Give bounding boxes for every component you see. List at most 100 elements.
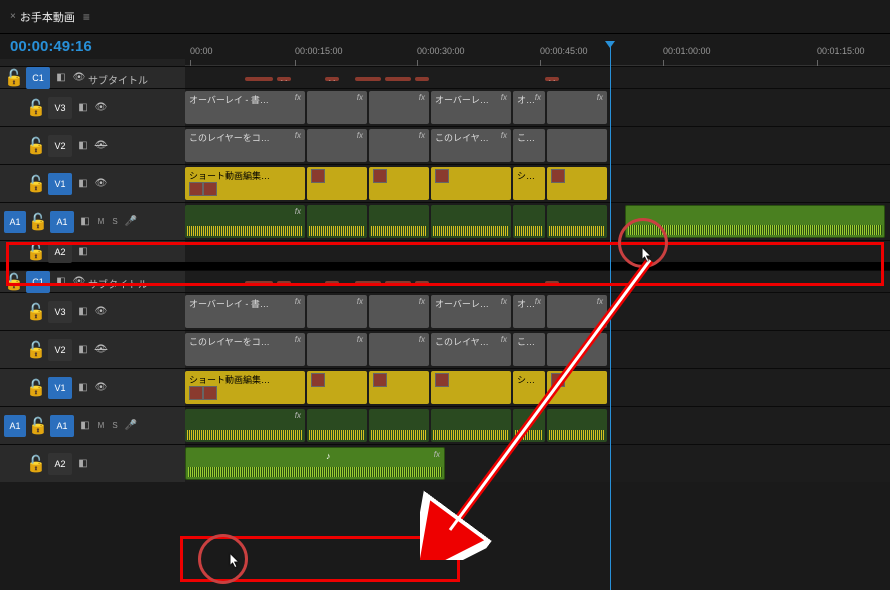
overlay-clip[interactable]: fx xyxy=(307,91,367,124)
eye-icon[interactable]: 👁 xyxy=(92,99,110,117)
target-icon[interactable]: ◧ xyxy=(52,273,70,291)
eye-icon[interactable]: 👁 xyxy=(70,69,88,87)
overlay-clip[interactable]: オーバーレイ - 書…fx xyxy=(185,91,305,124)
audio-clip[interactable] xyxy=(547,205,607,238)
caption-clip[interactable] xyxy=(355,77,381,81)
solo-button[interactable]: S xyxy=(108,217,122,226)
time-ruler[interactable]: 00:00 00:00:15:00 00:00:30:00 00:00:45:0… xyxy=(185,46,890,66)
target-icon[interactable]: ◧ xyxy=(74,99,92,117)
target-icon[interactable]: ◧ xyxy=(52,69,70,87)
video-clip[interactable] xyxy=(547,167,607,200)
lock-icon[interactable]: 🔓 xyxy=(26,378,46,398)
video-clip[interactable] xyxy=(369,167,429,200)
video-clip[interactable] xyxy=(431,371,511,404)
video-clip[interactable]: シ… xyxy=(513,167,545,200)
clip[interactable]: fx xyxy=(369,129,429,162)
caption-clip[interactable]: Y… xyxy=(277,77,291,81)
track-label-a2[interactable]: A2 xyxy=(48,241,72,263)
track-label-c1[interactable]: C1 xyxy=(26,271,50,293)
target-icon[interactable]: ◧ xyxy=(74,341,92,359)
target-icon[interactable]: ◧ xyxy=(74,379,92,397)
clip[interactable]: こ… xyxy=(513,129,545,162)
source-a1[interactable]: A1 xyxy=(4,211,26,233)
audio-clip[interactable] xyxy=(307,409,367,442)
overlay-clip[interactable]: fx xyxy=(307,295,367,328)
audio-clip[interactable]: fx xyxy=(185,409,305,442)
track-label-a2[interactable]: A2 xyxy=(48,453,72,475)
overlay-clip[interactable]: fx xyxy=(369,295,429,328)
audio-clip[interactable] xyxy=(547,409,607,442)
track-label-v3[interactable]: V3 xyxy=(48,301,72,323)
overlay-clip[interactable]: オ…fx xyxy=(513,295,545,328)
eye-hidden-icon[interactable]: 👁 xyxy=(92,137,110,155)
mic-icon[interactable]: 🎤 xyxy=(122,417,140,435)
audio-clip[interactable] xyxy=(307,205,367,238)
track-label-a1[interactable]: A1 xyxy=(50,415,74,437)
video-clip[interactable] xyxy=(307,167,367,200)
audio-clip[interactable] xyxy=(513,409,545,442)
caption-clip[interactable]: Y… xyxy=(545,281,559,285)
eye-icon[interactable]: 👁 xyxy=(92,175,110,193)
video-clip[interactable]: ショート動画編集… xyxy=(185,371,305,404)
clip[interactable]: fx xyxy=(369,333,429,366)
clip[interactable] xyxy=(547,129,607,162)
target-icon[interactable]: ◧ xyxy=(74,243,92,261)
video-clip[interactable] xyxy=(307,371,367,404)
video-clip[interactable] xyxy=(369,371,429,404)
video-clip[interactable]: シ… xyxy=(513,371,545,404)
lock-icon[interactable]: 🔓 xyxy=(26,454,46,474)
audio-clip[interactable] xyxy=(369,409,429,442)
caption-clip[interactable] xyxy=(355,281,381,285)
lock-icon[interactable]: 🔓 xyxy=(4,272,24,292)
tab-menu-icon[interactable]: ≡ xyxy=(83,10,90,24)
caption-clip[interactable] xyxy=(385,281,411,285)
clip[interactable]: このレイヤーをコ…fx xyxy=(185,129,305,162)
track-label-v3[interactable]: V3 xyxy=(48,97,72,119)
sequence-tab[interactable]: お手本動画 xyxy=(20,9,75,25)
audio-clip[interactable] xyxy=(369,205,429,238)
clip[interactable]: このレイヤ…fx xyxy=(431,333,511,366)
caption-clip[interactable]: Y… xyxy=(277,281,291,285)
audio-clip[interactable] xyxy=(431,409,511,442)
caption-clip[interactable]: Y… xyxy=(325,77,339,81)
clip[interactable]: このレイヤ…fx xyxy=(431,129,511,162)
caption-clip[interactable] xyxy=(415,281,429,285)
lock-icon[interactable]: 🔓 xyxy=(26,174,46,194)
overlay-clip[interactable]: fx xyxy=(547,295,607,328)
target-icon[interactable]: ◧ xyxy=(74,137,92,155)
track-label-v1[interactable]: V1 xyxy=(48,377,72,399)
clip[interactable]: fx xyxy=(307,129,367,162)
mute-button[interactable]: M xyxy=(94,421,108,430)
overlay-clip[interactable]: fx xyxy=(369,91,429,124)
caption-clip[interactable] xyxy=(245,77,273,81)
music-clip-bottom[interactable]: ♪fx xyxy=(185,447,445,480)
audio-clip[interactable]: fx xyxy=(185,205,305,238)
playhead[interactable] xyxy=(610,46,611,590)
source-a1[interactable]: A1 xyxy=(4,415,26,437)
caption-clip[interactable]: Y… xyxy=(325,281,339,285)
target-icon[interactable]: ◧ xyxy=(74,455,92,473)
caption-clip[interactable] xyxy=(245,281,273,285)
track-label-c1[interactable]: C1 xyxy=(26,67,50,89)
video-clip[interactable] xyxy=(547,371,607,404)
eye-icon[interactable]: 👁 xyxy=(92,303,110,321)
caption-clip[interactable] xyxy=(415,77,429,81)
target-icon[interactable]: ◧ xyxy=(74,175,92,193)
target-icon[interactable]: ◧ xyxy=(74,303,92,321)
video-clip[interactable]: ショート動画編集… xyxy=(185,167,305,200)
audio-clip[interactable] xyxy=(513,205,545,238)
lock-icon[interactable]: 🔓 xyxy=(26,242,46,262)
clip[interactable]: こ… xyxy=(513,333,545,366)
target-icon[interactable]: ◧ xyxy=(76,417,94,435)
target-icon[interactable]: ◧ xyxy=(76,213,94,231)
clip[interactable]: fx xyxy=(307,333,367,366)
lock-icon[interactable]: 🔓 xyxy=(26,136,46,156)
overlay-clip[interactable]: オーバーレ…fx xyxy=(431,295,511,328)
clip[interactable]: このレイヤーをコ…fx xyxy=(185,333,305,366)
overlay-clip[interactable]: オ…fx xyxy=(513,91,545,124)
music-clip-top[interactable] xyxy=(625,205,885,238)
mic-icon[interactable]: 🎤 xyxy=(122,213,140,231)
overlay-clip[interactable]: オーバーレ…fx xyxy=(431,91,511,124)
solo-button[interactable]: S xyxy=(108,421,122,430)
eye-hidden-icon[interactable]: 👁 xyxy=(92,341,110,359)
